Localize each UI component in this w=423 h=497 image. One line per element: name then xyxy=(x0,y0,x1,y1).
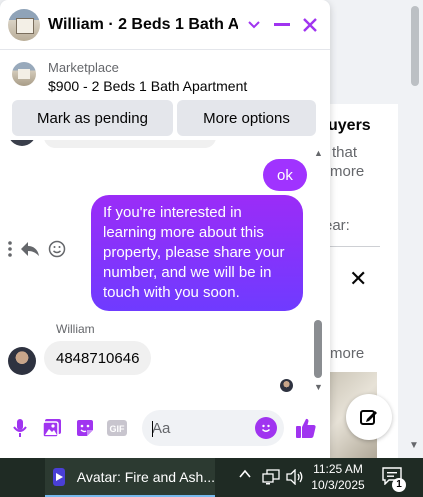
mark-as-pending-button[interactable]: Mark as pending xyxy=(12,100,173,136)
new-message-button[interactable] xyxy=(346,394,392,440)
listing-source: Marketplace xyxy=(48,60,119,75)
emoji-icon[interactable] xyxy=(255,417,277,439)
received-message-bubble[interactable]: 4848710646 xyxy=(44,341,152,375)
clock-date: 10/3/2025 xyxy=(311,478,365,492)
close-chat-icon[interactable] xyxy=(298,12,322,38)
background-text: more xyxy=(330,163,365,180)
minimize-icon[interactable] xyxy=(270,12,294,38)
see-more-link[interactable]: more xyxy=(330,345,364,362)
compose-icon xyxy=(360,410,377,425)
reply-icon[interactable] xyxy=(20,241,40,262)
chevron-down-icon[interactable] xyxy=(242,12,266,38)
react-icon[interactable] xyxy=(48,240,66,263)
chat-scroll-up-icon[interactable]: ▲ xyxy=(314,148,323,158)
message-input-wrapper xyxy=(142,410,284,446)
taskbar-app-label: Avatar: Fire and Ash... xyxy=(76,468,215,485)
message-composer: GIF xyxy=(0,404,330,452)
previous-avatar xyxy=(8,140,36,146)
listing-avatar[interactable] xyxy=(8,8,40,41)
system-clock[interactable]: 11:25 AM 10/3/2025 xyxy=(306,461,370,493)
chat-window: William · 2 Beds 1 Bath Ap... Marketplac… xyxy=(0,0,330,458)
sender-name: William xyxy=(56,322,95,336)
chat-header[interactable]: William · 2 Beds 1 Bath Ap... xyxy=(0,0,330,50)
clock-time: 11:25 AM xyxy=(313,462,363,476)
message-list[interactable]: ok If you're interested in learning more… xyxy=(0,140,330,402)
microphone-icon[interactable] xyxy=(8,416,32,440)
sticker-icon[interactable] xyxy=(73,416,97,440)
read-receipt-avatar xyxy=(280,379,293,392)
taskbar-app-button[interactable]: Avatar: Fire and Ash... xyxy=(45,458,215,497)
background-heading: uyers xyxy=(328,117,371,134)
taskbar: Avatar: Fire and Ash... 11:25 AM 10/3/20… xyxy=(0,458,423,497)
sent-message-bubble[interactable]: If you're interested in learning more ab… xyxy=(91,195,303,311)
photo-icon[interactable] xyxy=(40,416,64,440)
message-input[interactable] xyxy=(152,410,252,446)
background-text: that xyxy=(332,144,358,161)
more-options-button[interactable]: More options xyxy=(177,100,316,136)
thumbs-up-icon[interactable] xyxy=(294,416,318,440)
play-icon xyxy=(53,467,65,486)
more-actions-icon[interactable] xyxy=(8,241,12,262)
svg-text:GIF: GIF xyxy=(110,424,126,434)
scroll-down-arrow-icon[interactable]: ▼ xyxy=(409,440,419,451)
chevron-up-icon[interactable] xyxy=(238,467,252,483)
sent-message-bubble[interactable]: ok xyxy=(263,159,307,191)
chat-scroll-down-icon[interactable]: ▼ xyxy=(314,382,323,392)
listing-summary[interactable]: Marketplace $900 - 2 Beds 1 Bath Apartme… xyxy=(0,56,330,96)
network-icon[interactable] xyxy=(262,469,280,488)
notification-badge: 1 xyxy=(392,478,406,492)
text-caret xyxy=(152,421,153,437)
message-actions xyxy=(8,240,66,263)
close-icon[interactable]: ✕ xyxy=(349,266,367,292)
listing-thumbnail xyxy=(12,62,36,86)
volume-icon[interactable] xyxy=(286,468,304,488)
sender-avatar[interactable] xyxy=(8,347,36,375)
gif-icon[interactable]: GIF xyxy=(105,416,129,440)
chat-title[interactable]: William · 2 Beds 1 Bath Ap... xyxy=(48,16,238,34)
listing-title: $900 - 2 Beds 1 Bath Apartment xyxy=(48,78,248,94)
chat-scroll-thumb[interactable] xyxy=(314,320,322,378)
page-scroll-thumb[interactable] xyxy=(411,6,419,86)
previous-message-bubble xyxy=(44,140,216,148)
